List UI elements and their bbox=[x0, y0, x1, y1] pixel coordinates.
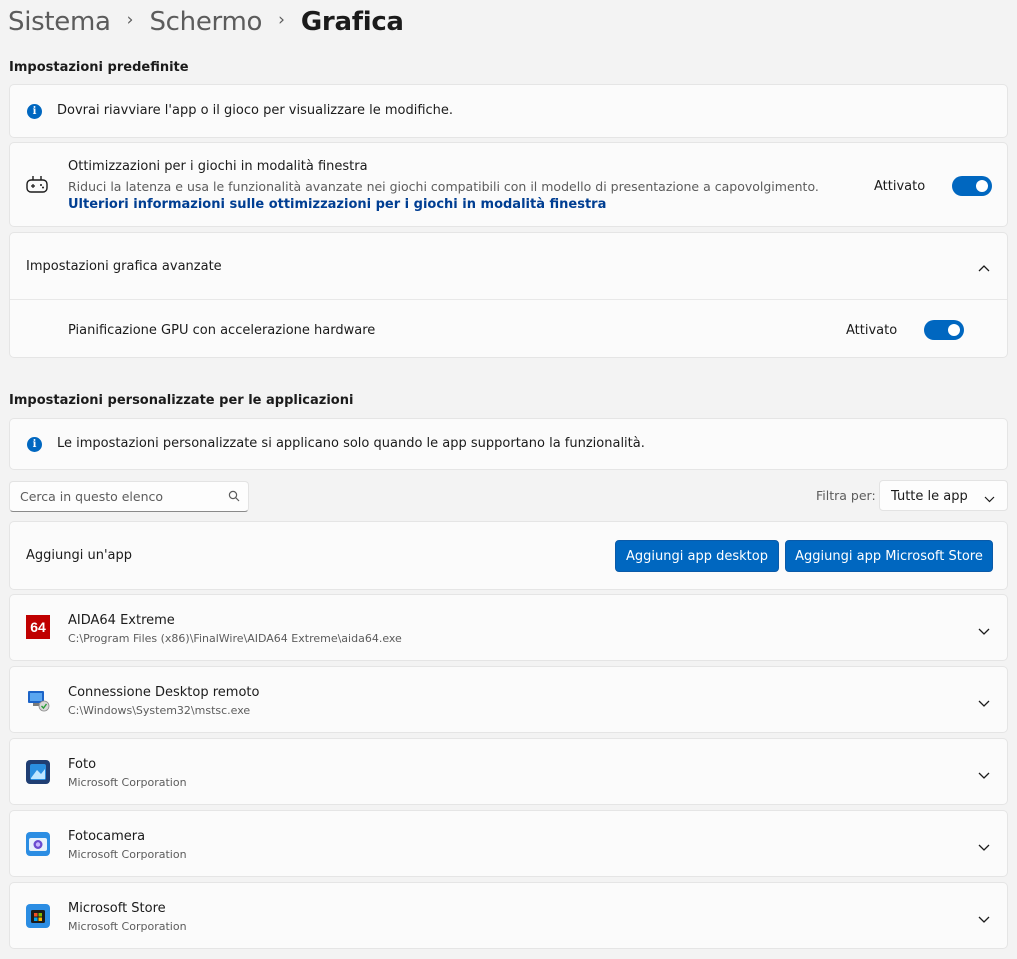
app-row-microsoft-store[interactable]: Microsoft Store Microsoft Corporation bbox=[9, 882, 1008, 949]
app-detail: C:\Windows\System32\mstsc.exe bbox=[68, 704, 251, 717]
chevron-down-icon bbox=[984, 492, 995, 507]
search-input[interactable]: Cerca in questo elenco bbox=[9, 481, 249, 512]
app-detail: Microsoft Corporation bbox=[68, 848, 187, 861]
filter-label: Filtra per: bbox=[816, 488, 876, 503]
add-desktop-app-button[interactable]: Aggiungi app desktop bbox=[615, 540, 779, 572]
store-icon bbox=[26, 904, 50, 932]
search-icon bbox=[228, 490, 240, 506]
gpu-scheduling-label: Pianificazione GPU con accelerazione har… bbox=[68, 323, 376, 338]
info-card-custom: i Le impostazioni personalizzate si appl… bbox=[9, 418, 1008, 470]
advanced-graphics-card: Impostazioni grafica avanzate Pianificaz… bbox=[9, 232, 1008, 358]
chevron-down-icon bbox=[978, 625, 990, 640]
breadcrumb: Sistema › Schermo › Grafica bbox=[8, 2, 404, 42]
add-app-label: Aggiungi un'app bbox=[26, 548, 133, 563]
divider bbox=[10, 299, 1007, 300]
app-name: Microsoft Store bbox=[68, 901, 166, 916]
gpu-scheduling-toggle[interactable] bbox=[924, 320, 964, 340]
page-title: Grafica bbox=[300, 7, 404, 37]
app-name: AIDA64 Extreme bbox=[68, 613, 175, 628]
breadcrumb-sistema[interactable]: Sistema bbox=[8, 7, 111, 37]
section-title-default: Impostazioni predefinite bbox=[9, 60, 189, 75]
gamepad-icon bbox=[26, 175, 48, 195]
app-detail: Microsoft Corporation bbox=[68, 776, 187, 789]
remote-desktop-icon bbox=[26, 687, 52, 717]
app-row-fotocamera[interactable]: Fotocamera Microsoft Corporation bbox=[9, 810, 1008, 877]
info-card-restart: i Dovrai riavviare l'app o il gioco per … bbox=[9, 84, 1008, 138]
advanced-graphics-header[interactable]: Impostazioni grafica avanzate bbox=[10, 233, 1007, 300]
section-title-custom: Impostazioni personalizzate per le appli… bbox=[9, 393, 354, 408]
app-row-aida64[interactable]: 64 AIDA64 Extreme C:\Program Files (x86)… bbox=[9, 594, 1008, 661]
windowed-games-state: Attivato bbox=[874, 179, 926, 194]
chevron-right-icon: › bbox=[126, 10, 134, 30]
windowed-games-toggle[interactable] bbox=[952, 176, 992, 196]
windowed-games-learn-more-link[interactable]: Ulteriori informazioni sulle ottimizzazi… bbox=[68, 197, 606, 212]
gpu-scheduling-state: Attivato bbox=[846, 323, 898, 338]
windowed-games-desc: Riduci la latenza e usa le funzionalità … bbox=[68, 179, 819, 194]
app-name: Foto bbox=[68, 757, 97, 772]
breadcrumb-schermo[interactable]: Schermo bbox=[149, 7, 262, 37]
chevron-down-icon bbox=[978, 913, 990, 928]
aida64-icon: 64 bbox=[26, 615, 50, 639]
camera-icon bbox=[26, 832, 50, 860]
photos-icon bbox=[26, 760, 50, 788]
advanced-graphics-title: Impostazioni grafica avanzate bbox=[26, 259, 222, 274]
info-text-custom: Le impostazioni personalizzate si applic… bbox=[57, 436, 645, 451]
app-row-foto[interactable]: Foto Microsoft Corporation bbox=[9, 738, 1008, 805]
filter-select[interactable]: Tutte le app bbox=[879, 480, 1008, 511]
app-name: Fotocamera bbox=[68, 829, 146, 844]
chevron-down-icon bbox=[978, 769, 990, 784]
search-placeholder: Cerca in questo elenco bbox=[20, 489, 164, 504]
info-text: Dovrai riavviare l'app o il gioco per vi… bbox=[57, 103, 454, 118]
add-app-card: Aggiungi un'app Aggiungi app desktop Agg… bbox=[9, 521, 1008, 590]
add-store-app-button[interactable]: Aggiungi app Microsoft Store bbox=[785, 540, 993, 572]
app-row-remote-desktop[interactable]: Connessione Desktop remoto C:\Windows\Sy… bbox=[9, 666, 1008, 733]
app-detail: C:\Program Files (x86)\FinalWire\AIDA64 … bbox=[68, 632, 402, 645]
chevron-down-icon bbox=[978, 841, 990, 856]
info-icon: i bbox=[27, 104, 42, 119]
chevron-right-icon: › bbox=[278, 10, 285, 30]
app-detail: Microsoft Corporation bbox=[68, 920, 187, 933]
chevron-down-icon bbox=[978, 697, 990, 712]
windowed-games-card: Ottimizzazioni per i giochi in modalità … bbox=[9, 142, 1008, 227]
app-name: Connessione Desktop remoto bbox=[68, 685, 260, 700]
windowed-games-title: Ottimizzazioni per i giochi in modalità … bbox=[68, 159, 368, 174]
chevron-up-icon bbox=[978, 261, 990, 276]
info-icon: i bbox=[27, 437, 42, 452]
filter-value: Tutte le app bbox=[891, 489, 968, 504]
